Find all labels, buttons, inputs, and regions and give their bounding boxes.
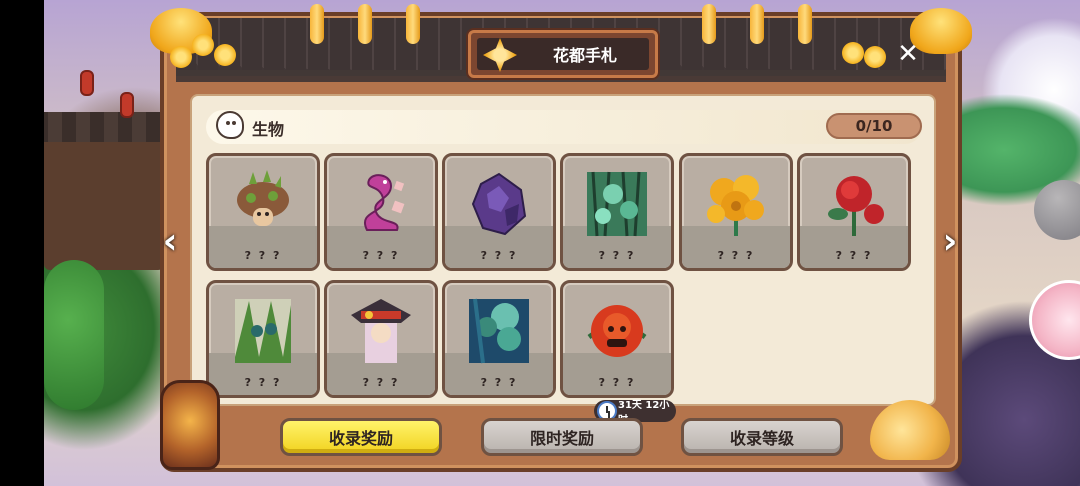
green-vine-crystal-icon xyxy=(587,171,647,237)
card-label: ? ? ? xyxy=(598,376,636,389)
section-title: 生物 xyxy=(252,120,285,139)
green-vine-beast-icon xyxy=(235,299,291,363)
collection-card[interactable]: ? ? ? xyxy=(324,153,438,271)
golden-post xyxy=(702,4,716,44)
title-plaque: 花都手札 xyxy=(468,30,658,78)
card-label: ? ? ? xyxy=(362,376,400,389)
card-label: ? ? ? xyxy=(835,249,873,262)
collection-card[interactable]: ? ? ? xyxy=(560,280,674,398)
chevron-right-icon[interactable]: › xyxy=(936,222,964,262)
card-label: ? ? ? xyxy=(717,249,755,262)
creature-ghost-icon xyxy=(216,111,244,139)
golden-post xyxy=(406,4,420,44)
card-label: ? ? ? xyxy=(598,249,636,262)
pink-serpent-icon xyxy=(364,174,405,231)
collection-count: 0/10 xyxy=(826,113,922,139)
background-building xyxy=(44,112,174,270)
card-label: ? ? ? xyxy=(362,249,400,262)
collection-card[interactable]: ? ? ? xyxy=(560,153,674,271)
gold-flower-decoration-icon xyxy=(170,30,240,70)
card-label: ? ? ? xyxy=(244,376,282,389)
purple-crystal-beast-icon xyxy=(471,172,527,236)
golden-post xyxy=(798,4,812,44)
collection-card[interactable]: ? ? ? xyxy=(797,153,911,271)
golden-post xyxy=(310,4,324,44)
chevron-left-icon[interactable]: ‹ xyxy=(156,222,184,262)
collection-card[interactable]: ? ? ? xyxy=(324,280,438,398)
card-label: ? ? ? xyxy=(480,249,518,262)
hat-girl-icon xyxy=(351,299,411,363)
golden-post xyxy=(750,4,764,44)
lantern-icon xyxy=(120,92,134,118)
page-title: 花都手札 xyxy=(552,46,617,65)
section-header xyxy=(206,110,922,144)
golden-post xyxy=(358,4,372,44)
limited-reward-button[interactable]: 限时奖励 xyxy=(481,418,643,456)
card-label: ? ? ? xyxy=(480,376,518,389)
lantern-decoration-icon xyxy=(160,380,220,470)
card-label: ? ? ? xyxy=(244,249,282,262)
lantern-icon xyxy=(80,70,94,96)
yellow-flower-icon xyxy=(707,175,764,236)
collection-level-button[interactable]: 收录等级 xyxy=(681,418,843,456)
spiked-mushroom-icon xyxy=(237,170,289,226)
close-icon[interactable]: ✕ xyxy=(892,38,924,70)
collection-reward-button[interactable]: 收录奖励 xyxy=(280,418,442,456)
collection-card[interactable]: ? ? ? xyxy=(206,153,320,271)
collection-card[interactable]: ? ? ? xyxy=(442,280,556,398)
red-rose-beast-icon xyxy=(587,305,647,357)
red-flower-icon xyxy=(828,176,884,236)
teal-vine-icon xyxy=(469,298,529,364)
background-flower-icon xyxy=(1029,280,1080,360)
collection-card[interactable]: ? ? ? xyxy=(442,153,556,271)
background-tree xyxy=(44,260,104,410)
background-rock xyxy=(1034,180,1080,240)
collection-card[interactable]: ? ? ? xyxy=(679,153,793,271)
collection-card[interactable]: ? ? ? xyxy=(206,280,320,398)
